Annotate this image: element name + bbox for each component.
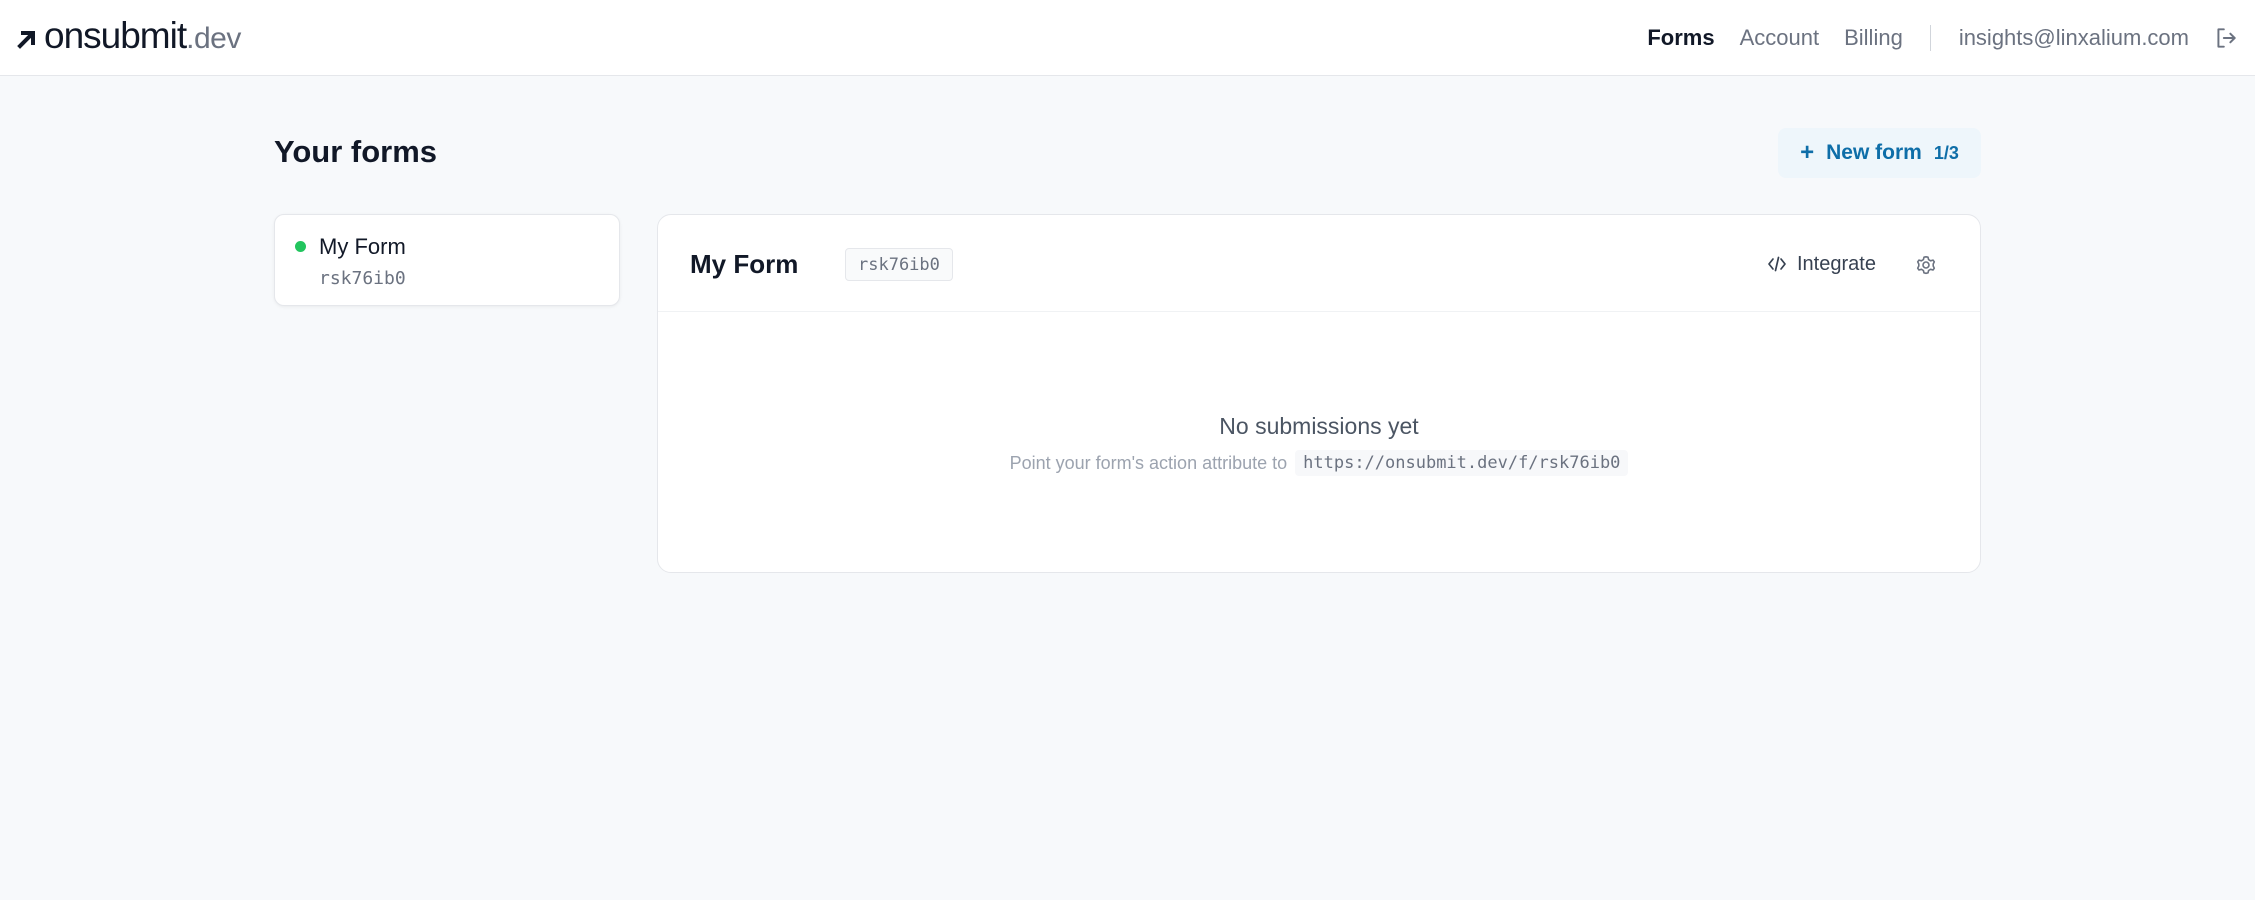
form-list-item[interactable]: My Form rsk76ib0: [274, 214, 620, 306]
empty-state-hint-text: Point your form's action attribute to: [1009, 452, 1288, 473]
top-bar: onsubmit .dev Forms Account Billing insi…: [0, 0, 2255, 76]
nav-account[interactable]: Account: [1740, 25, 1820, 51]
form-id-badge: rsk76ib0: [845, 248, 953, 281]
logo[interactable]: onsubmit .dev: [16, 14, 241, 58]
empty-state-title: No submissions yet: [1219, 413, 1419, 439]
page-title: Your forms: [274, 134, 438, 169]
logo-text: onsubmit: [44, 15, 187, 56]
form-detail-header: My Form rsk76ib0 Integrate: [658, 215, 1980, 312]
logo-tld: .dev: [186, 22, 241, 55]
integrate-button[interactable]: Integrate: [1767, 249, 1876, 279]
logout-icon[interactable]: [2213, 25, 2239, 51]
new-form-label: New form: [1826, 141, 1922, 164]
form-detail-title: My Form: [690, 249, 799, 279]
nav-forms[interactable]: Forms: [1647, 25, 1714, 51]
endpoint-url: https://onsubmit.dev/f/rsk76ib0: [1295, 450, 1629, 476]
integrate-label: Integrate: [1797, 252, 1876, 275]
arrow-up-right-icon: [17, 31, 35, 49]
empty-state-hint: Point your form's action attribute to ht…: [658, 450, 1980, 476]
status-dot: [295, 241, 306, 252]
new-form-button[interactable]: + New form 1/3: [1778, 128, 1981, 178]
nav-billing[interactable]: Billing: [1844, 25, 1903, 51]
plus-icon: +: [1800, 139, 1815, 166]
user-email: insights@linxalium.com: [1958, 25, 2189, 50]
nav-divider: [1929, 25, 1931, 51]
form-id: rsk76ib0: [319, 268, 406, 289]
form-quota: 1/3: [1933, 142, 1959, 163]
gear-icon[interactable]: [1914, 253, 1938, 277]
code-icon: [1768, 256, 1786, 272]
main-nav: Forms Account Billing insights@linxalium…: [1647, 0, 2239, 76]
form-detail-panel: My Form rsk76ib0 Integrate No submission…: [657, 214, 1981, 573]
form-name: My Form: [319, 234, 406, 259]
